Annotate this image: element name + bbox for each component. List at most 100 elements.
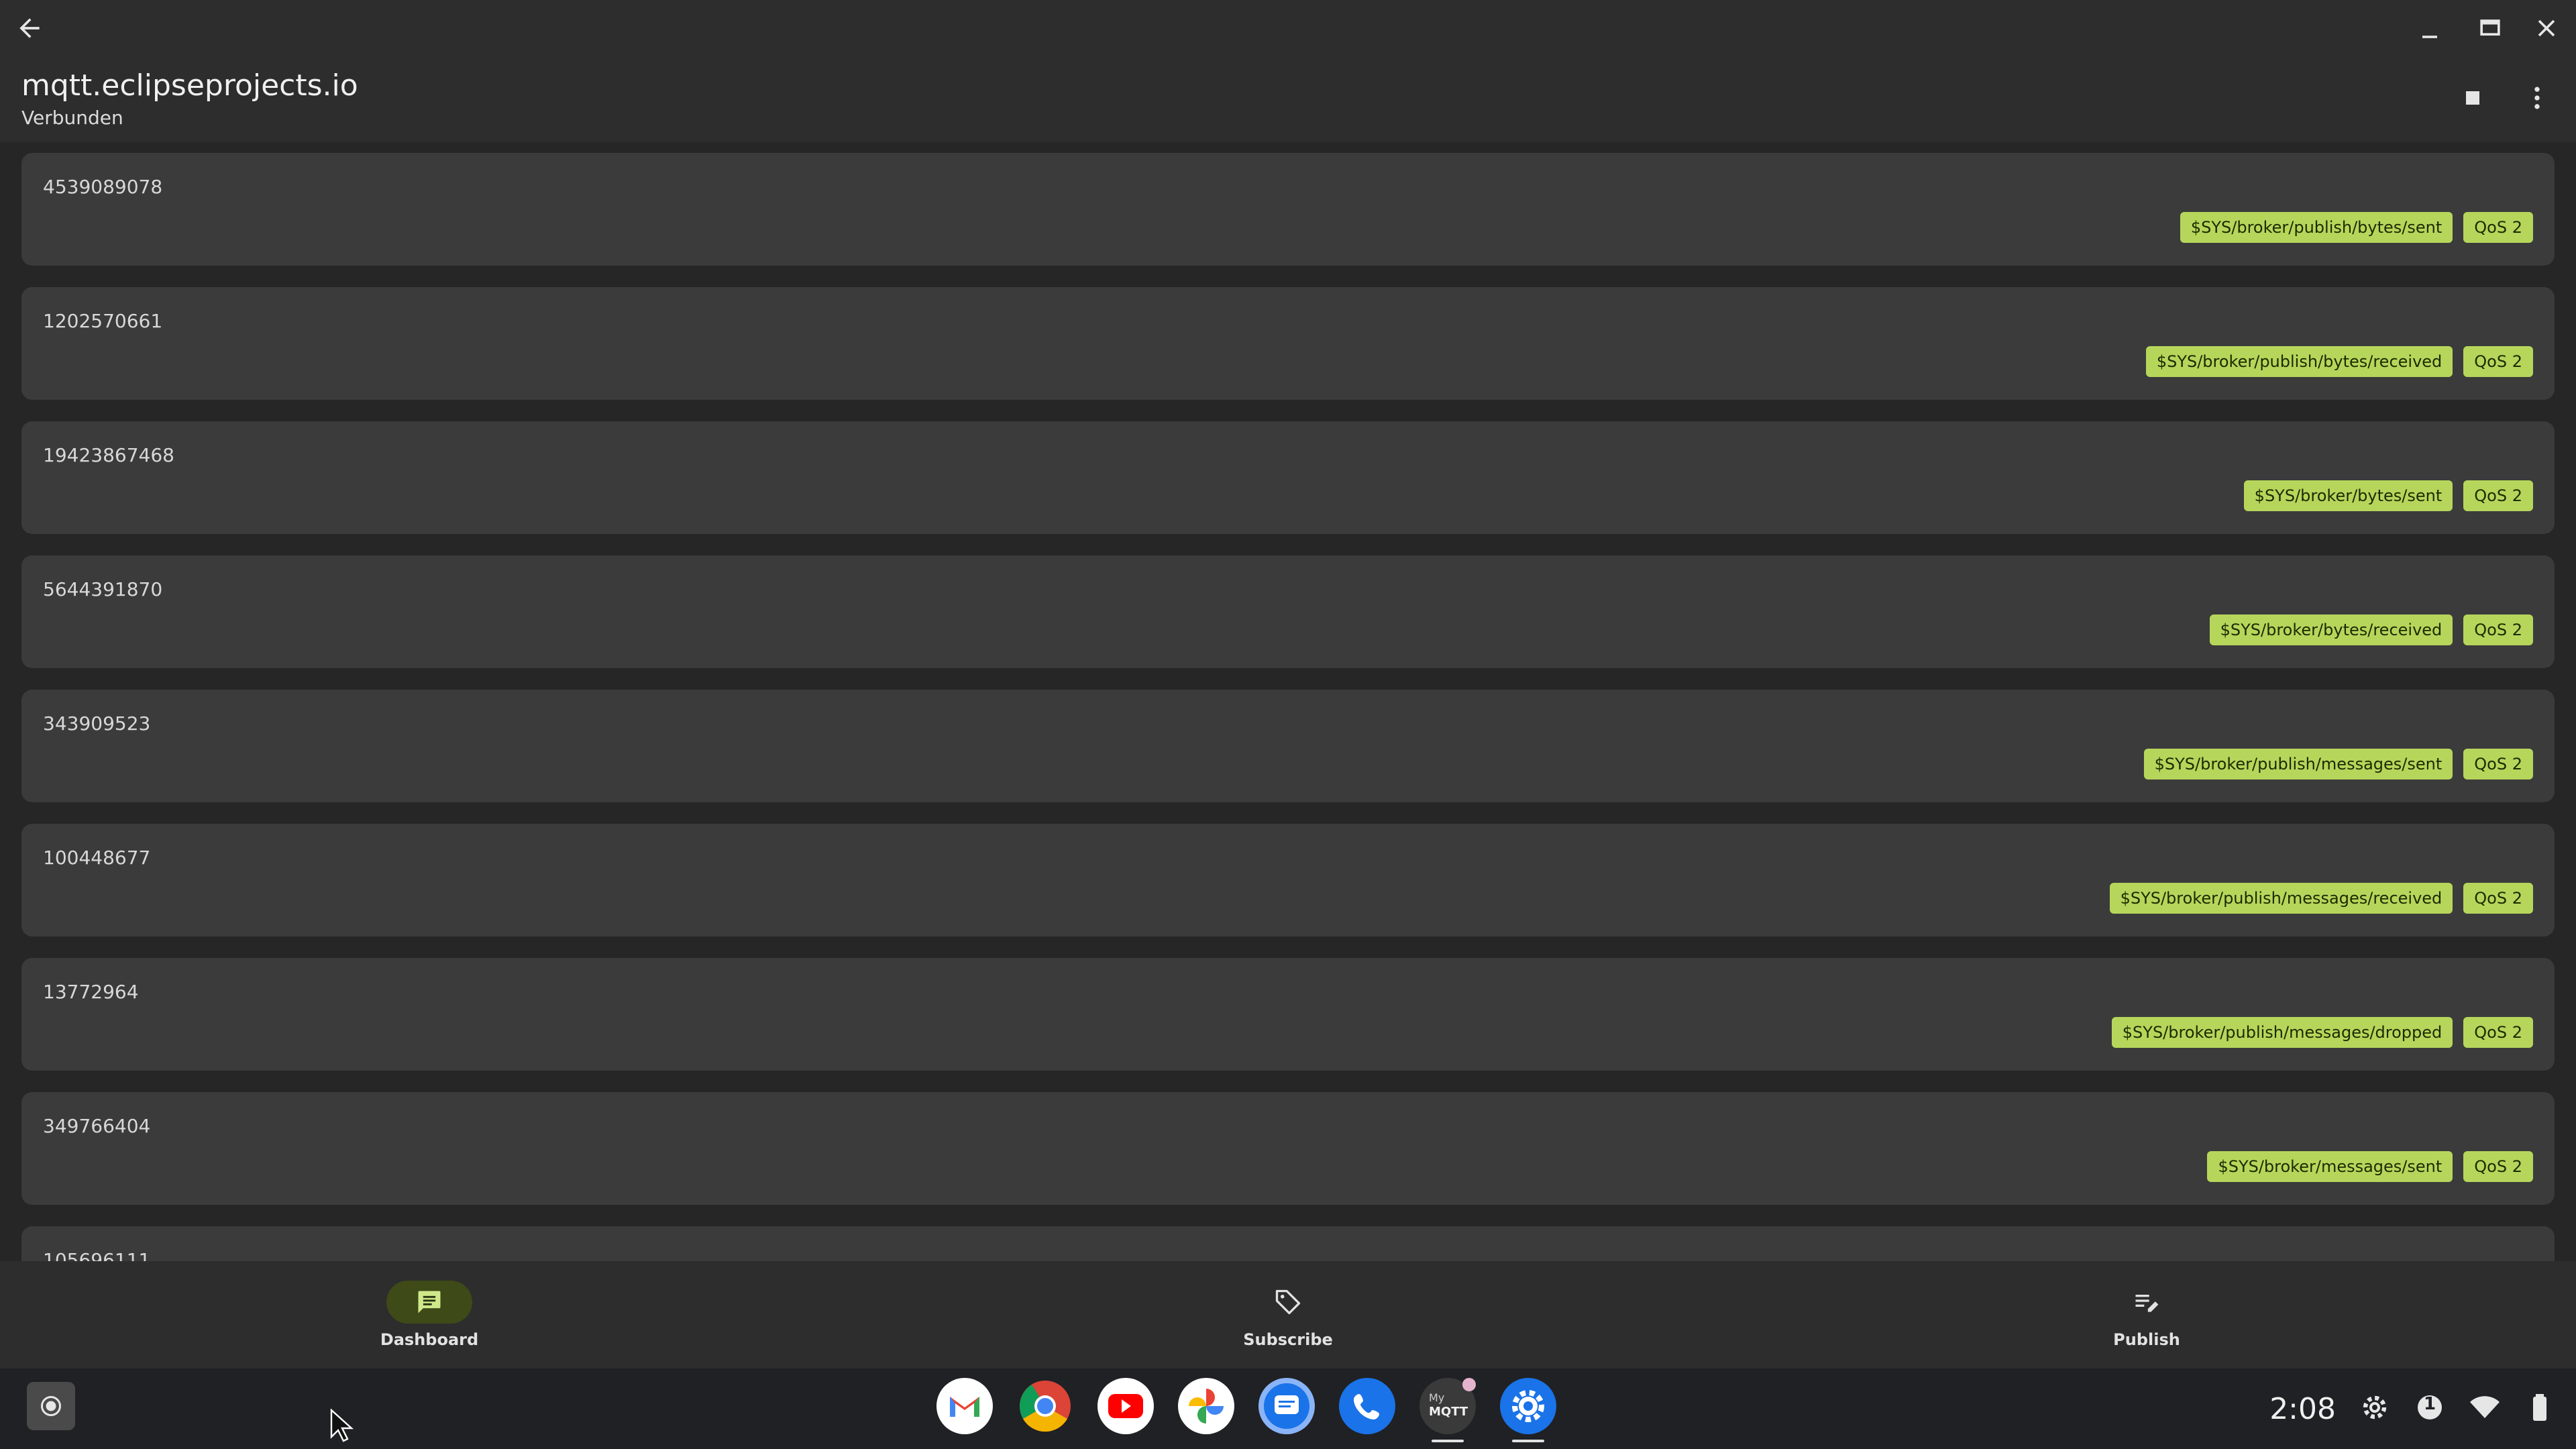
message-card[interactable]: 343909523 $SYS/broker/publish/messages/s… bbox=[21, 690, 2555, 802]
messages-icon bbox=[1258, 1378, 1315, 1434]
app-dock: My MQTT bbox=[936, 1378, 1556, 1442]
phone-app[interactable] bbox=[1339, 1378, 1395, 1434]
message-list[interactable]: 4539089078 $SYS/broker/publish/bytes/sen… bbox=[0, 142, 2576, 1261]
gear-icon bbox=[2363, 1395, 2387, 1419]
close-button[interactable] bbox=[2520, 1, 2573, 55]
settings-gear-status bbox=[2359, 1391, 2391, 1426]
message-card[interactable]: 13772964 $SYS/broker/publish/messages/dr… bbox=[21, 958, 2555, 1071]
nav-label: Dashboard bbox=[380, 1330, 479, 1349]
youtube-app[interactable] bbox=[1097, 1378, 1154, 1434]
message-value: 100448677 bbox=[43, 847, 151, 869]
settings-icon bbox=[1500, 1378, 1556, 1434]
message-card[interactable]: 105696111 bbox=[21, 1226, 2555, 1261]
mymqtt-app[interactable]: My MQTT bbox=[1419, 1378, 1476, 1442]
topic-chip: $SYS/broker/publish/messages/sent bbox=[2143, 749, 2453, 780]
message-tags: $SYS/broker/publish/bytes/sent QoS 2 bbox=[2180, 212, 2533, 243]
minimize-icon bbox=[2422, 36, 2437, 38]
edit-note-icon bbox=[2135, 1295, 2159, 1312]
qos-chip: QoS 2 bbox=[2463, 346, 2533, 377]
more-vert-icon bbox=[2534, 87, 2540, 109]
messages-app[interactable] bbox=[1258, 1378, 1315, 1434]
system-shelf: My MQTT 2:08 1 bbox=[0, 1368, 2576, 1449]
gmail-icon bbox=[936, 1378, 993, 1434]
message-tags: $SYS/broker/bytes/received QoS 2 bbox=[2209, 614, 2533, 645]
photos-icon bbox=[1178, 1378, 1234, 1434]
message-value: 105696111 bbox=[43, 1249, 151, 1261]
message-tags: $SYS/broker/publish/messages/received Qo… bbox=[2109, 883, 2533, 914]
page-title: mqtt.eclipseprojects.io bbox=[21, 68, 358, 103]
message-card[interactable]: 100448677 $SYS/broker/publish/messages/r… bbox=[21, 824, 2555, 936]
gmail-app[interactable] bbox=[936, 1378, 993, 1434]
message-tags: $SYS/broker/publish/bytes/received QoS 2 bbox=[2145, 346, 2533, 377]
nav-label: Subscribe bbox=[1243, 1330, 1333, 1349]
message-card[interactable]: 5644391870 $SYS/broker/bytes/received Qo… bbox=[21, 555, 2555, 668]
message-value: 19423867468 bbox=[43, 444, 174, 466]
nav-label: Publish bbox=[2113, 1330, 2180, 1349]
tag-icon bbox=[1275, 1289, 1301, 1315]
nav-indicator bbox=[1245, 1281, 1331, 1324]
message-value: 5644391870 bbox=[43, 578, 163, 600]
message-tags: $SYS/broker/publish/messages/sent QoS 2 bbox=[2143, 749, 2533, 780]
topic-chip: $SYS/broker/publish/bytes/received bbox=[2145, 346, 2453, 377]
phone-icon bbox=[1339, 1378, 1395, 1434]
message-value: 349766404 bbox=[43, 1115, 151, 1137]
arrow-left-icon bbox=[19, 18, 40, 38]
message-tags: $SYS/broker/bytes/sent QoS 2 bbox=[2243, 480, 2533, 511]
mouse-cursor-icon bbox=[330, 1409, 354, 1442]
nav-indicator bbox=[2104, 1281, 2190, 1324]
qos-chip: QoS 2 bbox=[2463, 1151, 2533, 1182]
qos-chip: QoS 2 bbox=[2463, 1017, 2533, 1048]
notification-badge: 1 bbox=[2414, 1391, 2446, 1426]
maximize-button[interactable] bbox=[2463, 1, 2517, 55]
message-card[interactable]: 19423867468 $SYS/broker/bytes/sent QoS 2 bbox=[21, 421, 2555, 534]
nav-subscribe[interactable]: Subscribe bbox=[859, 1261, 1717, 1368]
topic-chip: $SYS/broker/publish/messages/dropped bbox=[2111, 1017, 2453, 1048]
launcher-button[interactable] bbox=[27, 1382, 75, 1430]
chat-icon bbox=[418, 1291, 441, 1313]
status-area[interactable]: 2:08 1 bbox=[2269, 1368, 2556, 1449]
message-card[interactable]: 1202570661 $SYS/broker/publish/bytes/rec… bbox=[21, 287, 2555, 400]
nav-dashboard[interactable]: Dashboard bbox=[0, 1261, 859, 1368]
message-value: 1202570661 bbox=[43, 310, 163, 332]
qos-chip: QoS 2 bbox=[2463, 614, 2533, 645]
running-indicator bbox=[1432, 1440, 1464, 1442]
nav-indicator bbox=[386, 1281, 472, 1324]
clock: 2:08 bbox=[2269, 1391, 2336, 1426]
app-label-bottom: MQTT bbox=[1429, 1405, 1468, 1419]
running-indicator bbox=[1512, 1440, 1544, 1442]
qos-chip: QoS 2 bbox=[2463, 212, 2533, 243]
bottom-navigation: Dashboard Subscribe Publish bbox=[0, 1261, 2576, 1368]
overflow-menu-button[interactable] bbox=[2510, 71, 2564, 125]
wifi-status bbox=[2469, 1391, 2501, 1426]
message-tags: $SYS/broker/publish/messages/dropped QoS… bbox=[2111, 1017, 2533, 1048]
message-card[interactable]: 4539089078 $SYS/broker/publish/bytes/sen… bbox=[21, 153, 2555, 266]
photos-app[interactable] bbox=[1178, 1378, 1234, 1434]
message-value: 4539089078 bbox=[43, 176, 163, 198]
title-block: mqtt.eclipseprojects.io Verbunden bbox=[21, 67, 358, 131]
nav-publish[interactable]: Publish bbox=[1717, 1261, 2576, 1368]
message-value: 13772964 bbox=[43, 981, 139, 1003]
battery-icon bbox=[2533, 1394, 2546, 1421]
topic-chip: $SYS/broker/messages/sent bbox=[2207, 1151, 2453, 1182]
app-bar: mqtt.eclipseprojects.io Verbunden bbox=[0, 0, 2576, 142]
battery-status bbox=[2524, 1391, 2556, 1426]
minimize-button[interactable] bbox=[2403, 3, 2457, 56]
topic-chip: $SYS/broker/publish/messages/received bbox=[2109, 883, 2453, 914]
settings-app[interactable] bbox=[1500, 1378, 1556, 1442]
message-card[interactable]: 349766404 $SYS/broker/messages/sent QoS … bbox=[21, 1092, 2555, 1205]
launcher-icon bbox=[41, 1396, 61, 1416]
disconnect-button[interactable] bbox=[2446, 71, 2500, 125]
back-button[interactable] bbox=[3, 1, 56, 55]
stop-icon bbox=[2466, 91, 2479, 105]
message-tags: $SYS/broker/messages/sent QoS 2 bbox=[2207, 1151, 2533, 1182]
qos-chip: QoS 2 bbox=[2463, 749, 2533, 780]
close-icon bbox=[2538, 19, 2555, 37]
topic-chip: $SYS/broker/bytes/sent bbox=[2243, 480, 2453, 511]
message-value: 343909523 bbox=[43, 712, 151, 735]
restore-icon bbox=[2480, 19, 2500, 36]
topic-chip: $SYS/broker/publish/bytes/sent bbox=[2180, 212, 2453, 243]
youtube-icon bbox=[1097, 1378, 1154, 1434]
qos-chip: QoS 2 bbox=[2463, 480, 2533, 511]
chrome-app[interactable] bbox=[1017, 1378, 1073, 1434]
qos-chip: QoS 2 bbox=[2463, 883, 2533, 914]
